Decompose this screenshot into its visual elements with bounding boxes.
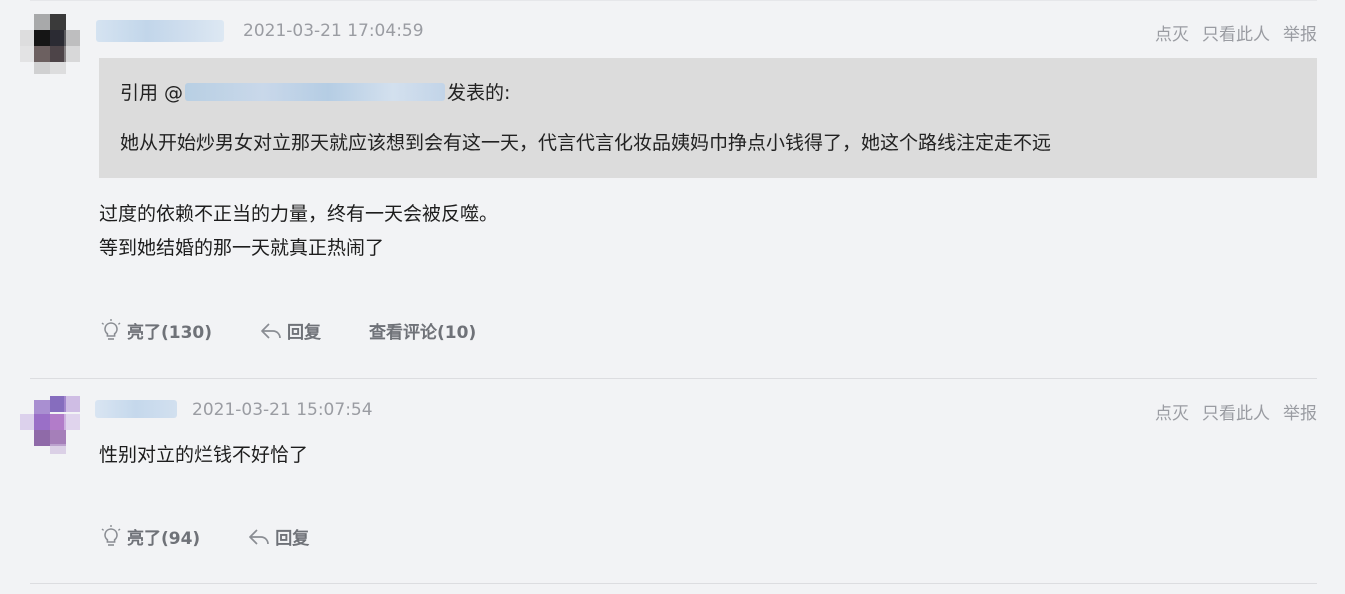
only-this-user-button[interactable]: 只看此人	[1202, 399, 1270, 424]
like-button[interactable]: 亮了(130)	[100, 318, 212, 343]
comment-footer: 亮了(94) 回复	[100, 524, 309, 549]
avatar[interactable]	[20, 396, 80, 456]
report-button[interactable]: 举报	[1283, 20, 1317, 45]
lightbulb-icon	[101, 524, 121, 546]
like-button[interactable]: 亮了(94)	[100, 524, 200, 549]
like-label: 亮了(130)	[127, 323, 213, 343]
view-comments-button[interactable]: 查看评论(10)	[369, 318, 476, 343]
comment-line: 过度的依赖不正当的力量，终有一天会被反噬。	[99, 203, 499, 225]
downvote-button[interactable]: 点灭	[1155, 399, 1189, 424]
comment-actions: 点灭 只看此人 举报	[1155, 399, 1317, 424]
timestamp: 2021-03-21 17:04:59	[243, 21, 424, 41]
username-blurred[interactable]	[96, 20, 224, 42]
quote-suffix: 发表的:	[447, 82, 511, 104]
reply-arrow-icon	[261, 322, 281, 339]
only-this-user-button[interactable]: 只看此人	[1202, 20, 1270, 45]
quote-text: 她从开始炒男女对立那天就应该想到会有这一天，代言代言化妆品姨妈巾挣点小钱得了，她…	[120, 132, 1052, 154]
reply-button[interactable]: 回复	[260, 318, 321, 343]
downvote-button[interactable]: 点灭	[1155, 20, 1189, 45]
avatar[interactable]	[20, 14, 80, 74]
comment-line: 等到她结婚的那一天就真正热闹了	[99, 237, 385, 259]
comment-actions: 点灭 只看此人 举报	[1155, 20, 1317, 45]
comment-divider	[30, 583, 1317, 584]
comment-body: 性别对立的烂钱不好恰了	[99, 438, 308, 472]
view-comments-label: 查看评论(10)	[369, 323, 477, 343]
quote-prefix: 引用 @	[120, 82, 184, 104]
comment-item: 2021-03-21 17:04:59 点灭 只看此人 举报 引用 @ 发表的:…	[0, 0, 1345, 378]
quote-block: 引用 @ 发表的: 她从开始炒男女对立那天就应该想到会有这一天，代言代言化妆品姨…	[99, 58, 1317, 178]
quoted-username-blurred[interactable]	[185, 82, 446, 101]
reply-arrow-icon	[249, 528, 270, 545]
lightbulb-icon	[101, 318, 121, 340]
report-button[interactable]: 举报	[1283, 399, 1317, 424]
comment-line: 性别对立的烂钱不好恰了	[99, 444, 309, 466]
comment-footer: 亮了(130) 回复 查看评论(10)	[100, 318, 476, 343]
reply-label: 回复	[275, 529, 310, 549]
quote-header: 引用 @ 发表的:	[120, 78, 510, 105]
reply-button[interactable]: 回复	[248, 524, 309, 549]
timestamp: 2021-03-21 15:07:54	[192, 400, 373, 420]
reply-label: 回复	[287, 323, 322, 343]
comment-body: 过度的依赖不正当的力量，终有一天会被反噬。 等到她结婚的那一天就真正热闹了	[99, 197, 498, 265]
like-label: 亮了(94)	[127, 529, 201, 549]
username-blurred[interactable]	[95, 400, 177, 418]
